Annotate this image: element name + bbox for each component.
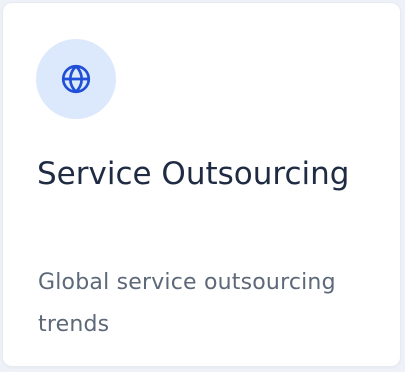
service-outsourcing-card[interactable]: Service Outsourcing Global service outso… — [2, 2, 401, 367]
globe-icon — [61, 64, 91, 94]
card-description: Global service outsourcing trends — [38, 270, 336, 337]
card-icon-badge — [36, 39, 116, 119]
card-title: Service Outsourcing — [37, 156, 350, 192]
